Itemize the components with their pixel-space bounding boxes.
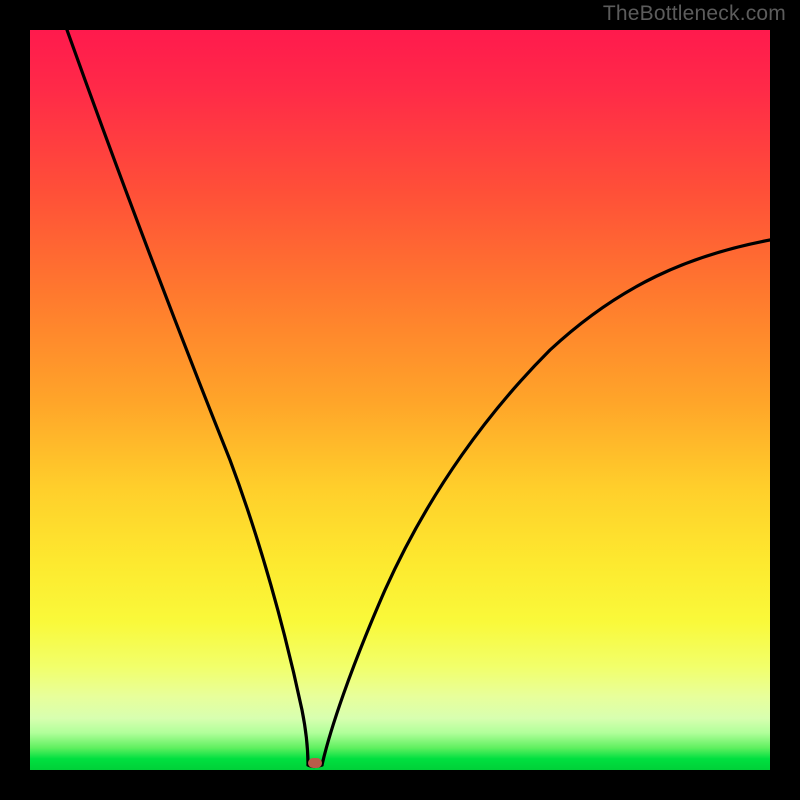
- optimal-marker: [308, 758, 322, 768]
- bottleneck-curve-left: [67, 30, 308, 765]
- watermark-text: TheBottleneck.com: [603, 2, 786, 26]
- curve-svg: [30, 30, 770, 770]
- bottleneck-curve-right: [322, 240, 770, 765]
- chart-frame: TheBottleneck.com: [0, 0, 800, 800]
- plot-area: [30, 30, 770, 770]
